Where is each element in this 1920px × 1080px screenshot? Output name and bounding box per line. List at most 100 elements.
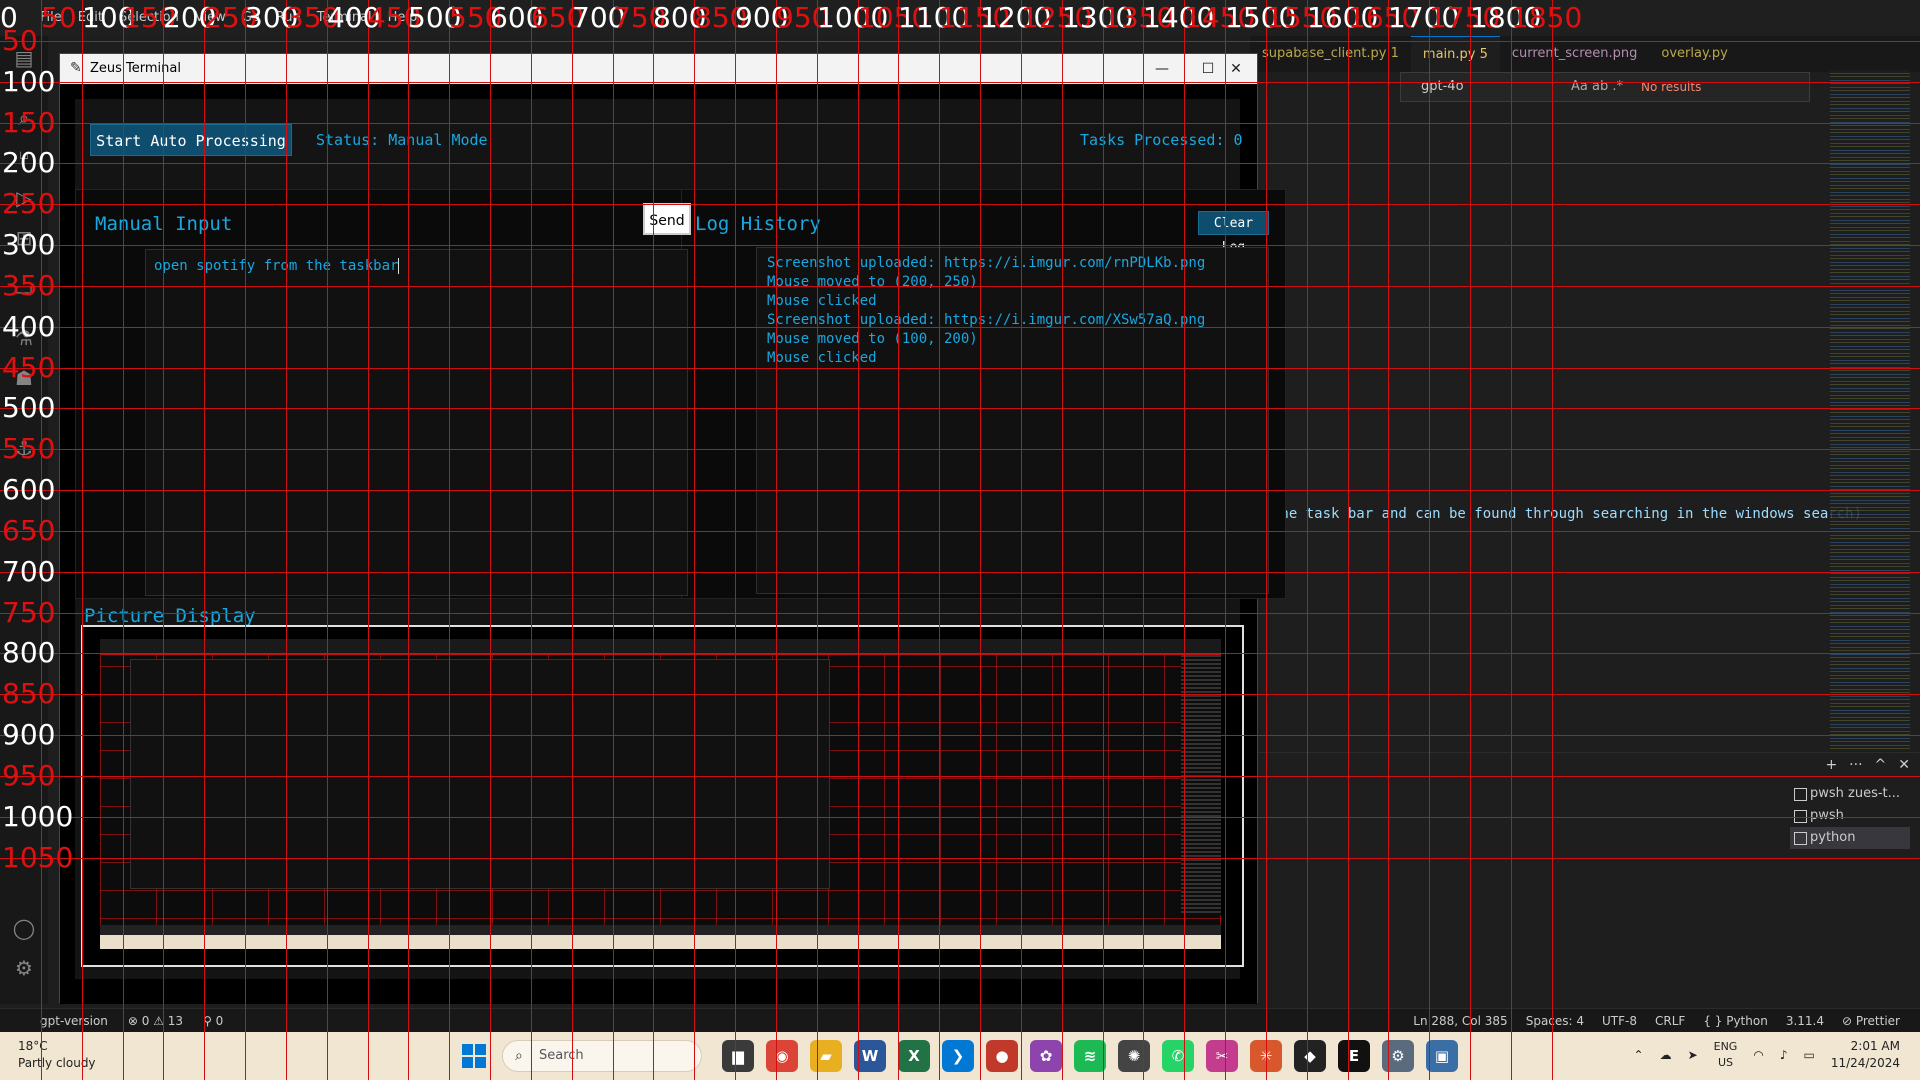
- picture-display-title: Picture Display: [84, 605, 256, 627]
- menu-item[interactable]: View: [195, 10, 226, 25]
- text-caret: [398, 258, 400, 274]
- grid-line-horizontal: [0, 408, 1920, 409]
- problems-status[interactable]: ⊗ 0 ⚠ 13: [128, 1009, 183, 1033]
- grid-line-vertical: [613, 0, 614, 1080]
- encoding-status[interactable]: UTF-8: [1602, 1009, 1637, 1033]
- epic-games-icon[interactable]: E: [1338, 1040, 1370, 1072]
- grid-line-horizontal: [0, 490, 1920, 491]
- windows-taskbar: 18°C Partly cloudy ⌕ Search ▆ ◉ ▰ W X ❯ ● ✿ ≋ ✺ ✆ ✂…: [0, 1032, 1920, 1080]
- whatsapp-icon[interactable]: ✆: [1162, 1040, 1194, 1072]
- grid-line-horizontal: [0, 245, 1920, 246]
- terminal-item[interactable]: python: [1790, 827, 1910, 849]
- picture-display-frame: [81, 625, 1244, 967]
- folder-icon[interactable]: ▰: [810, 1040, 842, 1072]
- vscode-icon[interactable]: ❯: [942, 1040, 974, 1072]
- anchor-icon[interactable]: ⚓: [12, 436, 36, 460]
- chatgpt-icon[interactable]: ✺: [1118, 1040, 1150, 1072]
- terminal-list: pwsh zues-t... pwsh python: [1790, 783, 1910, 849]
- file-explorer-icon[interactable]: ▆: [722, 1040, 754, 1072]
- close-button[interactable]: ✕: [1213, 54, 1259, 84]
- grid-line-vertical: [1266, 0, 1267, 1080]
- formatter-status[interactable]: ⊘ Prettier: [1842, 1009, 1900, 1033]
- menu-item[interactable]: Terminal: [317, 10, 372, 25]
- grid-line-horizontal: [0, 572, 1920, 573]
- tasks-processed-label: Tasks Processed: 0: [1080, 131, 1243, 149]
- run-debug-icon[interactable]: ▷: [12, 186, 36, 210]
- maximize-icon[interactable]: ^: [1875, 757, 1887, 773]
- davinci-icon[interactable]: ●: [986, 1040, 1018, 1072]
- log-history-area[interactable]: Screenshot uploaded: https://i.imgur.com…: [756, 247, 1269, 594]
- spotify-icon[interactable]: ≋: [1074, 1040, 1106, 1072]
- log-history-title: Log History: [695, 213, 821, 235]
- grid-line-vertical: [1552, 0, 1553, 1080]
- eol-status[interactable]: CRLF: [1655, 1009, 1685, 1033]
- branch-status[interactable]: gpt-version: [40, 1009, 108, 1033]
- grid-line-vertical: [980, 0, 981, 1080]
- grid-line-vertical: [368, 0, 369, 1080]
- start-button[interactable]: [462, 1044, 486, 1068]
- minimap[interactable]: [1830, 70, 1910, 750]
- close-panel-icon[interactable]: ✕: [1898, 757, 1910, 773]
- zeus-titlebar[interactable]: ✎ Zeus Terminal — ☐ ✕: [60, 54, 1257, 84]
- minimize-button[interactable]: —: [1139, 54, 1185, 84]
- grid-line-vertical: [449, 0, 450, 1080]
- testing-icon[interactable]: ⚗: [12, 326, 36, 350]
- more-icon[interactable]: ···: [1849, 757, 1862, 773]
- wifi-icon[interactable]: ◠: [1753, 1048, 1763, 1062]
- ports-status[interactable]: ⚲ 0: [203, 1009, 223, 1033]
- copilot-icon[interactable]: ✿: [1030, 1040, 1062, 1072]
- menu-item[interactable]: Help: [388, 10, 418, 25]
- menu-item[interactable]: Run: [276, 10, 301, 25]
- source-control-icon[interactable]: ⑂: [12, 146, 36, 170]
- grid-line-horizontal: [0, 735, 1920, 736]
- settings-icon[interactable]: ⚙: [1382, 1040, 1414, 1072]
- cursor-position[interactable]: Ln 288, Col 385: [1413, 1009, 1507, 1033]
- indent-status[interactable]: Spaces: 4: [1526, 1009, 1584, 1033]
- language-indicator[interactable]: ENG US: [1714, 1039, 1738, 1071]
- unity-icon[interactable]: ◆: [1294, 1040, 1326, 1072]
- chevron-up-icon[interactable]: ⌃: [1634, 1048, 1644, 1062]
- vscode-menubar: File Edit Selection View Go Run Terminal Help: [0, 0, 1920, 36]
- python-icon[interactable]: ▣: [1426, 1040, 1458, 1072]
- language-status[interactable]: { } Python: [1703, 1009, 1768, 1033]
- code-editor[interactable]: the task bar and can be found through se…: [1258, 102, 1862, 752]
- grid-line-vertical: [163, 0, 164, 1080]
- clock[interactable]: 2:01 AM 11/24/2024: [1831, 1038, 1900, 1072]
- extensions-icon[interactable]: ⊞: [12, 226, 36, 250]
- input-text: open spotify from the taskbar: [154, 258, 399, 274]
- manual-input-field[interactable]: open spotify from the taskbar: [145, 249, 688, 596]
- onedrive-icon[interactable]: ☁: [1660, 1048, 1672, 1062]
- volume-icon[interactable]: ♪: [1780, 1048, 1788, 1062]
- snipping-icon[interactable]: ✂: [1206, 1040, 1238, 1072]
- terminal-item[interactable]: pwsh: [1790, 805, 1910, 827]
- menu-item[interactable]: Selection: [119, 10, 179, 25]
- grid-line-vertical: [1062, 0, 1063, 1080]
- grid-line-vertical: [408, 0, 409, 1080]
- start-auto-processing-button[interactable]: Start Auto Processing: [90, 124, 292, 156]
- remote-icon[interactable]: ▭: [12, 276, 36, 300]
- settings-gear-icon[interactable]: ⚙: [12, 956, 36, 980]
- terminal-item[interactable]: pwsh zues-t...: [1790, 783, 1910, 805]
- screen: File Edit Selection View Go Run Terminal Help ▤…: [0, 0, 1920, 1080]
- excel-icon[interactable]: X: [898, 1040, 930, 1072]
- status-label: Status: Manual Mode: [316, 131, 488, 149]
- send-icon[interactable]: ➤: [1688, 1048, 1698, 1062]
- find-widget: gpt-4o Aa ab .* No results: [1400, 72, 1810, 102]
- send-button[interactable]: Send: [643, 203, 691, 235]
- chrome-icon[interactable]: ◉: [766, 1040, 798, 1072]
- search-icon[interactable]: ⌕: [12, 106, 36, 130]
- grid-line-vertical: [1225, 0, 1226, 1080]
- clear-log-button[interactable]: Clear Log: [1198, 211, 1269, 255]
- grid-line-horizontal: [0, 613, 1920, 614]
- grid-line-vertical: [776, 0, 777, 1080]
- python-version[interactable]: 3.11.4: [1786, 1009, 1824, 1033]
- grid-line-vertical: [204, 0, 205, 1080]
- battery-icon[interactable]: ▭: [1803, 1048, 1814, 1062]
- account-icon[interactable]: ◯: [12, 916, 36, 940]
- weather-widget[interactable]: 18°C Partly cloudy: [18, 1038, 96, 1072]
- docker-icon[interactable]: ☗: [12, 366, 36, 390]
- menu-item[interactable]: File: [40, 10, 62, 25]
- explorer-icon[interactable]: ▤: [12, 46, 36, 70]
- taskbar-search[interactable]: ⌕ Search: [502, 1040, 702, 1072]
- add-terminal-icon[interactable]: +: [1825, 757, 1837, 773]
